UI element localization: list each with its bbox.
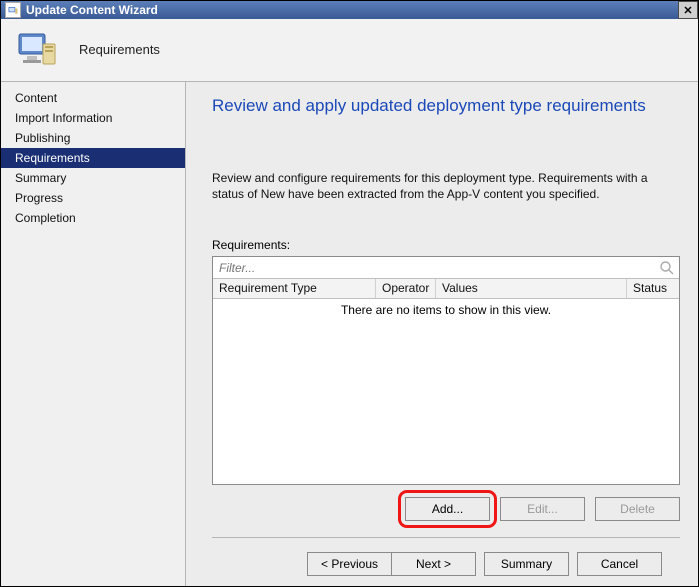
- requirements-label: Requirements:: [212, 238, 680, 252]
- sidebar-item-content[interactable]: Content: [1, 88, 185, 108]
- wizard-body: Content Import Information Publishing Re…: [1, 82, 698, 586]
- close-button[interactable]: ✕: [678, 1, 698, 19]
- wizard-window: Update Content Wizard ✕ Requirements Con…: [0, 0, 699, 587]
- column-header-operator[interactable]: Operator: [376, 279, 436, 298]
- add-button[interactable]: Add...: [405, 497, 490, 521]
- page-heading: Review and apply updated deployment type…: [212, 96, 680, 116]
- column-header-row: Requirement Type Operator Values Status: [213, 279, 679, 299]
- wizard-content: Review and apply updated deployment type…: [186, 82, 698, 586]
- column-header-values[interactable]: Values: [436, 279, 627, 298]
- requirements-grid: Requirement Type Operator Values Status …: [212, 256, 680, 485]
- grid-button-row: Add... Edit... Delete: [212, 497, 680, 521]
- delete-button[interactable]: Delete: [595, 497, 680, 521]
- previous-button[interactable]: < Previous: [307, 552, 392, 576]
- sidebar: Content Import Information Publishing Re…: [1, 82, 186, 586]
- sidebar-item-progress[interactable]: Progress: [1, 188, 185, 208]
- wizard-footer: < Previous Next > Summary Cancel: [212, 538, 680, 576]
- header-icon: [13, 26, 61, 74]
- edit-button[interactable]: Edit...: [500, 497, 585, 521]
- titlebar: Update Content Wizard ✕: [1, 1, 698, 19]
- header-title: Requirements: [79, 42, 160, 57]
- nav-button-group: < Previous Next >: [307, 552, 476, 576]
- sidebar-item-publishing[interactable]: Publishing: [1, 128, 185, 148]
- summary-button[interactable]: Summary: [484, 552, 569, 576]
- column-header-requirement-type[interactable]: Requirement Type: [213, 279, 376, 298]
- page-description: Review and configure requirements for th…: [212, 170, 680, 202]
- cancel-button[interactable]: Cancel: [577, 552, 662, 576]
- column-header-status[interactable]: Status: [627, 279, 679, 298]
- sidebar-item-completion[interactable]: Completion: [1, 208, 185, 228]
- empty-grid-message: There are no items to show in this view.: [341, 303, 551, 317]
- sidebar-item-summary[interactable]: Summary: [1, 168, 185, 188]
- grid-body: There are no items to show in this view.: [213, 299, 679, 484]
- app-icon: [5, 2, 21, 18]
- search-icon: [659, 260, 675, 276]
- filter-row: [213, 257, 679, 279]
- close-icon: ✕: [683, 4, 692, 17]
- sidebar-item-import-information[interactable]: Import Information: [1, 108, 185, 128]
- wizard-header: Requirements: [1, 19, 698, 82]
- next-button[interactable]: Next >: [391, 552, 476, 576]
- window-title: Update Content Wizard: [26, 3, 158, 17]
- filter-input[interactable]: [217, 259, 659, 277]
- sidebar-item-requirements[interactable]: Requirements: [1, 148, 185, 168]
